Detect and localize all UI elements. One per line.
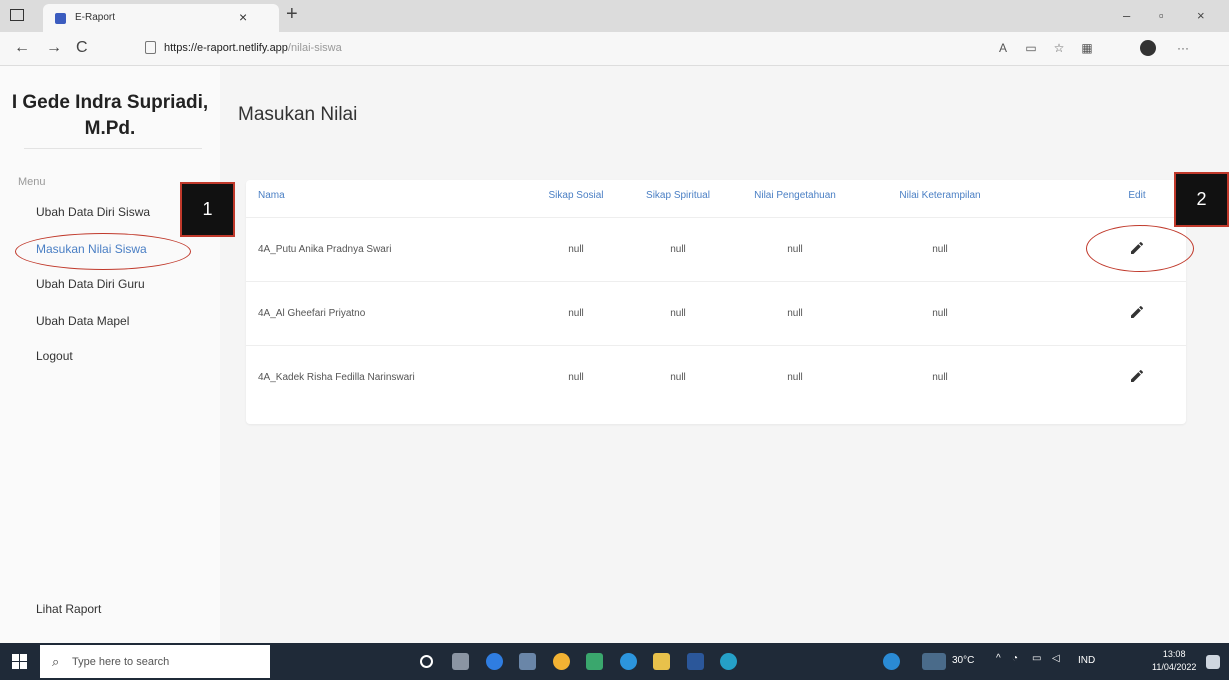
taskbar-search-input[interactable]: ⌕ Type here to search xyxy=(40,645,270,678)
sidebar-item-logout[interactable]: Logout xyxy=(36,349,73,363)
store-app-icon[interactable] xyxy=(586,653,603,670)
profile-avatar-icon[interactable] xyxy=(1140,40,1156,56)
favicon-icon xyxy=(55,13,66,24)
address-bar: ← → C https://e-raport.netlify.app/nilai… xyxy=(0,32,1229,66)
main-content: Masukan Nilai Nama Sikap Sosial Sikap Sp… xyxy=(220,66,1229,643)
cell-nilai-pengetahuan: null xyxy=(787,372,803,383)
url-field[interactable]: https://e-raport.netlify.app/nilai-siswa xyxy=(140,36,970,62)
header-nilai-keterampilan: Nilai Keterampilan xyxy=(899,190,981,201)
taskbar: ⌕ Type here to search 30°C ^ ◔ ▭ ◁ IND 1… xyxy=(0,643,1229,680)
cell-nama: 4A_Kadek Risha Fedilla Narinswari xyxy=(258,372,415,383)
page-title: Masukan Nilai xyxy=(238,104,358,125)
table-header: Nama Sikap Sosial Sikap Spiritual Nilai … xyxy=(246,180,1186,218)
sidebar-item-ubah-data-diri-guru[interactable]: Ubah Data Diri Guru xyxy=(36,277,145,291)
annotation-ring-1 xyxy=(15,233,191,270)
telegram-app-icon[interactable] xyxy=(620,653,637,670)
collections-icon[interactable]: ▦ xyxy=(1080,41,1094,55)
network-icon[interactable]: ◔ xyxy=(1012,653,1018,664)
sidebar: I Gede Indra Supriadi, M.Pd. Menu Ubah D… xyxy=(0,66,220,643)
cell-sikap-spiritual: null xyxy=(670,372,686,383)
cell-nilai-pengetahuan: null xyxy=(787,244,803,255)
cell-nama: 4A_Putu Anika Pradnya Swari xyxy=(258,244,392,255)
clock-date: 11/04/2022 xyxy=(1152,662,1197,672)
windows-start-icon[interactable] xyxy=(12,654,27,669)
tab-actions-icon[interactable]: ▭ xyxy=(1024,41,1038,55)
edge-app-icon[interactable] xyxy=(486,653,503,670)
table-row: 4A_Kadek Risha Fedilla Narinswari null n… xyxy=(246,346,1186,410)
calendar-app-icon[interactable] xyxy=(519,653,536,670)
annotation-box-2: 2 xyxy=(1174,172,1229,227)
file-explorer-icon[interactable] xyxy=(653,653,670,670)
edge-browser-icon[interactable] xyxy=(720,653,737,670)
user-name: I Gede Indra Supriadi, M.Pd. xyxy=(11,92,209,139)
more-menu-icon[interactable]: ··· xyxy=(1176,41,1190,55)
close-window-button[interactable]: × xyxy=(1197,8,1205,23)
grades-table: Nama Sikap Sosial Sikap Spiritual Nilai … xyxy=(246,180,1186,424)
minimize-button[interactable]: – xyxy=(1123,8,1130,23)
window-menu-icon[interactable] xyxy=(10,9,24,21)
tab-title: E-Raport xyxy=(75,12,116,23)
battery-icon[interactable]: ▭ xyxy=(1032,653,1041,664)
temperature-label: 30°C xyxy=(952,655,975,666)
header-sikap-spiritual: Sikap Spiritual xyxy=(646,190,710,201)
cortana-icon[interactable] xyxy=(420,655,433,668)
lock-icon xyxy=(145,41,156,54)
chevron-up-icon[interactable]: ^ xyxy=(996,653,1001,664)
forward-button[interactable]: → xyxy=(46,39,62,57)
cell-nilai-pengetahuan: null xyxy=(787,308,803,319)
volume-icon[interactable]: ◁ xyxy=(1052,653,1060,664)
browser-tab[interactable]: E-Raport × xyxy=(43,4,279,32)
sidebar-item-ubah-data-diri-siswa[interactable]: Ubah Data Diri Siswa xyxy=(36,205,150,219)
browser-tab-bar: E-Raport × + – ▫ × xyxy=(0,0,1229,32)
lihat-raport-link[interactable]: Lihat Raport xyxy=(36,602,101,616)
sidebar-item-ubah-data-mapel[interactable]: Ubah Data Mapel xyxy=(36,314,129,328)
clock-time: 13:08 xyxy=(1162,649,1186,659)
url-host: https://e-raport.netlify.app xyxy=(164,42,288,54)
word-app-icon[interactable] xyxy=(687,653,704,670)
search-placeholder: Type here to search xyxy=(72,656,170,668)
header-nilai-pengetahuan: Nilai Pengetahuan xyxy=(754,190,836,201)
table-row: 4A_Putu Anika Pradnya Swari null null nu… xyxy=(246,218,1186,282)
maximize-button[interactable]: ▫ xyxy=(1159,8,1164,23)
sidebar-divider xyxy=(24,148,202,149)
reload-button[interactable]: C xyxy=(76,39,88,57)
cell-nilai-keterampilan: null xyxy=(932,372,948,383)
cell-nilai-keterampilan: null xyxy=(932,308,948,319)
edit-pencil-icon[interactable] xyxy=(1129,368,1145,384)
header-nama: Nama xyxy=(258,190,285,201)
back-button[interactable]: ← xyxy=(14,39,30,57)
url-path: /nilai-siswa xyxy=(287,42,342,54)
cell-nama: 4A_Al Gheefari Priyatno xyxy=(258,308,366,319)
edit-pencil-icon[interactable] xyxy=(1129,304,1145,320)
cell-sikap-spiritual: null xyxy=(670,244,686,255)
cell-sikap-spiritual: null xyxy=(670,308,686,319)
task-view-icon[interactable] xyxy=(452,653,469,670)
read-aloud-icon[interactable]: A xyxy=(996,41,1010,55)
system-clock[interactable]: 13:08 11/04/2022 xyxy=(1152,648,1196,674)
search-icon: ⌕ xyxy=(52,654,60,669)
menu-label: Menu xyxy=(18,176,46,188)
new-tab-button[interactable]: + xyxy=(286,3,298,26)
favorites-icon[interactable]: ☆ xyxy=(1052,41,1066,55)
annotation-box-1: 1 xyxy=(180,182,235,237)
table-row: 4A_Al Gheefari Priyatno null null null n… xyxy=(246,282,1186,346)
app-tray-icon[interactable] xyxy=(883,653,900,670)
weather-icon xyxy=(922,653,946,670)
header-edit: Edit xyxy=(1128,190,1146,201)
annotation-ring-2 xyxy=(1086,225,1194,272)
notifications-icon[interactable] xyxy=(1206,655,1220,669)
language-indicator[interactable]: IND xyxy=(1078,655,1095,666)
chrome-app-icon[interactable] xyxy=(553,653,570,670)
tab-close-icon[interactable]: × xyxy=(239,9,247,25)
cell-nilai-keterampilan: null xyxy=(932,244,948,255)
